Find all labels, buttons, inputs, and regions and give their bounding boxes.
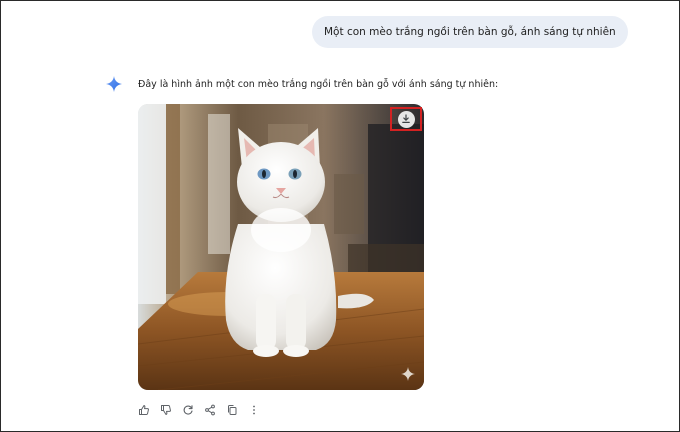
more-options-icon[interactable] (246, 402, 262, 418)
copy-icon[interactable] (224, 402, 240, 418)
response-actions-bar (136, 402, 262, 418)
generated-image[interactable] (138, 104, 424, 390)
regenerate-icon[interactable] (180, 402, 196, 418)
user-prompt-text: Một con mèo trắng ngồi trên bàn gỗ, ánh … (324, 26, 616, 38)
response-text: Đây là hình ảnh một con mèo trắng ngồi t… (138, 79, 499, 90)
user-prompt-bubble: Một con mèo trắng ngồi trên bàn gỗ, ánh … (312, 16, 628, 48)
cat-image-illustration (138, 104, 424, 390)
thumb-down-icon[interactable] (158, 402, 174, 418)
download-button[interactable] (390, 107, 422, 131)
gemini-spark-icon (106, 76, 122, 92)
download-icon (397, 110, 415, 128)
sparkle-watermark-icon (401, 367, 415, 381)
thumb-up-icon[interactable] (136, 402, 152, 418)
share-icon[interactable] (202, 402, 218, 418)
